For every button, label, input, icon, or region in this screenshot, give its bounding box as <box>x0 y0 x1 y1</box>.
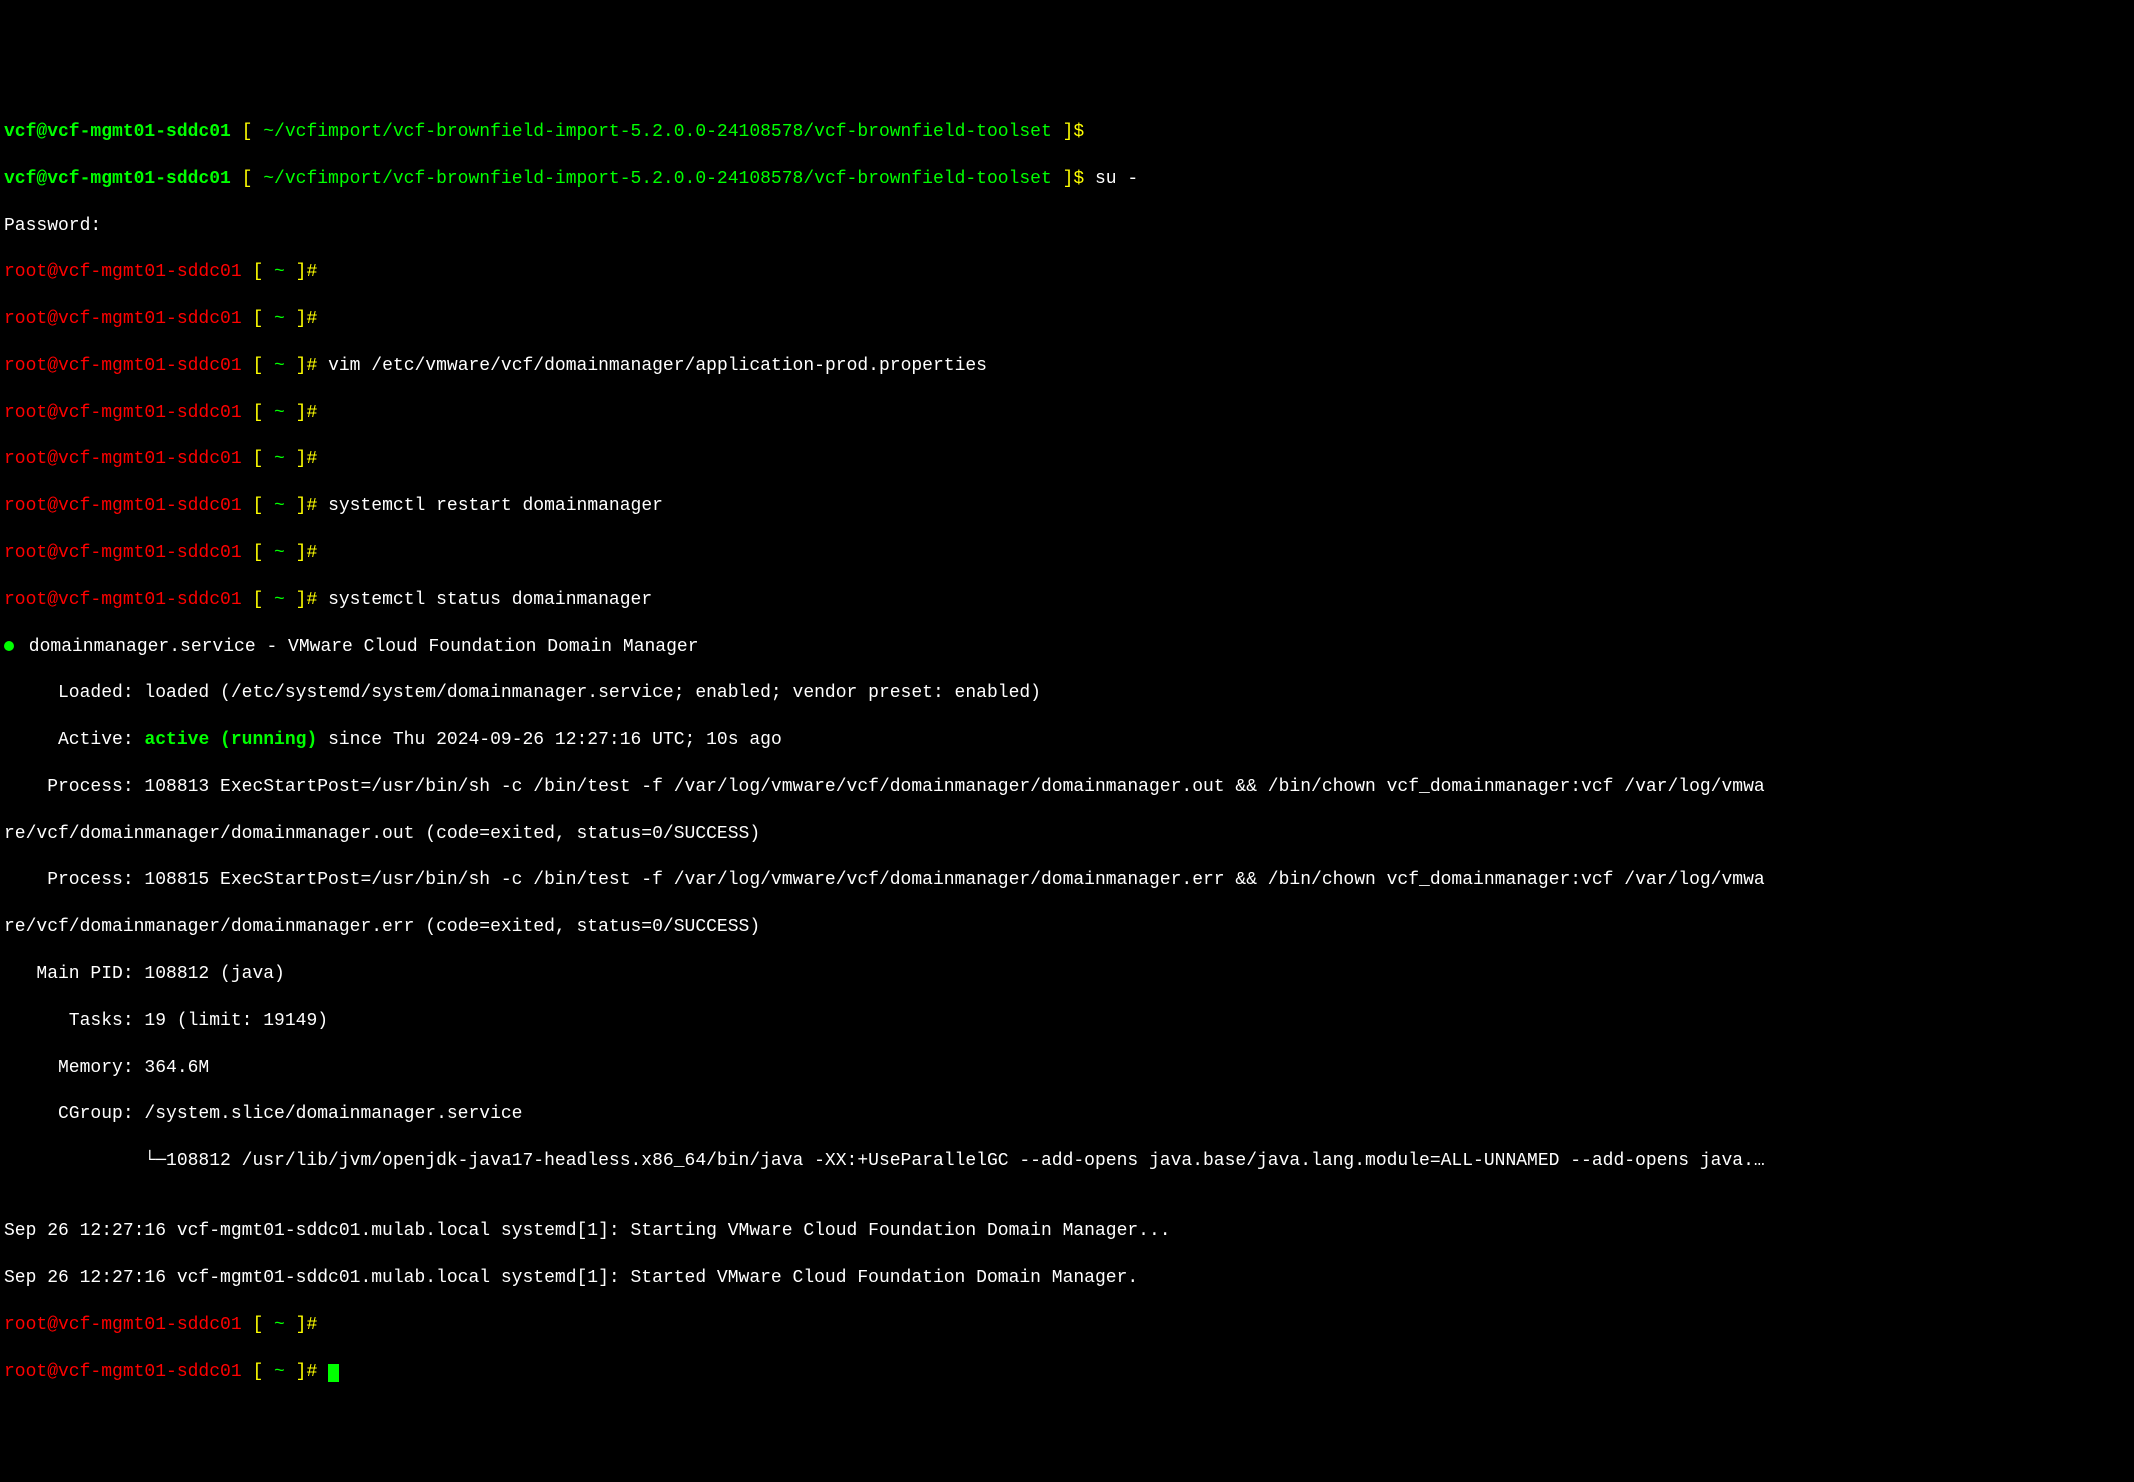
active-status: active (running) <box>144 730 317 750</box>
bracket-close: ]# <box>285 309 328 329</box>
root-prompt-9: root@vcf-mgmt01-sddc01 [ ~ ]# <box>4 1314 2130 1337</box>
root-prompt-3: root@vcf-mgmt01-sddc01 [ ~ ]# vim /etc/v… <box>4 355 2130 378</box>
path: ~ <box>274 449 285 469</box>
status-process2b: re/vcf/domainmanager/domainmanager.err (… <box>4 916 2130 939</box>
bracket-close: ]# <box>285 496 328 516</box>
bracket-open: [ <box>242 449 274 469</box>
bracket-open: [ <box>242 543 274 563</box>
status-mainpid: Main PID: 108812 (java) <box>4 963 2130 986</box>
bracket-close: ]# <box>285 262 328 282</box>
bracket-open: [ <box>242 1362 274 1382</box>
root-host: root@vcf-mgmt01-sddc01 <box>4 449 242 469</box>
root-host: root@vcf-mgmt01-sddc01 <box>4 543 242 563</box>
path: ~ <box>274 356 285 376</box>
root-prompt-6: root@vcf-mgmt01-sddc01 [ ~ ]# systemctl … <box>4 495 2130 518</box>
root-host: root@vcf-mgmt01-sddc01 <box>4 496 242 516</box>
status-log2: Sep 26 12:27:16 vcf-mgmt01-sddc01.mulab.… <box>4 1267 2130 1290</box>
bracket-open: [ <box>242 496 274 516</box>
bracket-close: ]$ <box>1052 122 1095 142</box>
path: ~ <box>274 1315 285 1335</box>
root-prompt-7: root@vcf-mgmt01-sddc01 [ ~ ]# <box>4 542 2130 565</box>
root-host: root@vcf-mgmt01-sddc01 <box>4 1362 242 1382</box>
path: ~ <box>274 1362 285 1382</box>
command-su: su - <box>1095 169 1138 189</box>
path: ~ <box>274 543 285 563</box>
prompt-line-2: vcf@vcf-mgmt01-sddc01 [ ~/vcfimport/vcf-… <box>4 168 2130 191</box>
root-host: root@vcf-mgmt01-sddc01 <box>4 262 242 282</box>
root-host: root@vcf-mgmt01-sddc01 <box>4 309 242 329</box>
bracket-close: ]# <box>285 543 328 563</box>
root-prompt-2: root@vcf-mgmt01-sddc01 [ ~ ]# <box>4 308 2130 331</box>
cursor-icon[interactable] <box>328 1364 339 1382</box>
root-prompt-10: root@vcf-mgmt01-sddc01 [ ~ ]# <box>4 1361 2130 1384</box>
path: ~ <box>274 496 285 516</box>
bracket-open: [ <box>242 309 274 329</box>
status-cgroup-child: └─108812 /usr/lib/jvm/openjdk-java17-hea… <box>4 1150 2130 1173</box>
root-host: root@vcf-mgmt01-sddc01 <box>4 356 242 376</box>
status-dot-icon <box>4 641 14 651</box>
bracket-open: [ <box>242 356 274 376</box>
status-memory: Memory: 364.6M <box>4 1057 2130 1080</box>
status-process1: Process: 108813 ExecStartPost=/usr/bin/s… <box>4 776 2130 799</box>
bracket-open: [ <box>242 590 274 610</box>
bracket-close: ]# <box>285 403 328 423</box>
status-tasks: Tasks: 19 (limit: 19149) <box>4 1010 2130 1033</box>
command-status: systemctl status domainmanager <box>328 590 652 610</box>
bracket-close: ]# <box>285 1315 328 1335</box>
password-line: Password: <box>4 215 2130 238</box>
bracket-open: [ <box>231 169 263 189</box>
active-since: since Thu 2024-09-26 12:27:16 UTC; 10s a… <box>317 730 781 750</box>
root-host: root@vcf-mgmt01-sddc01 <box>4 1315 242 1335</box>
status-service: domainmanager.service - VMware Cloud Fou… <box>4 636 2130 659</box>
status-cgroup: CGroup: /system.slice/domainmanager.serv… <box>4 1103 2130 1126</box>
bracket-open: [ <box>242 403 274 423</box>
path: ~ <box>274 262 285 282</box>
root-prompt-4: root@vcf-mgmt01-sddc01 [ ~ ]# <box>4 402 2130 425</box>
root-prompt-1: root@vcf-mgmt01-sddc01 [ ~ ]# <box>4 261 2130 284</box>
bracket-close: ]# <box>285 1362 328 1382</box>
status-process1b: re/vcf/domainmanager/domainmanager.out (… <box>4 823 2130 846</box>
path: ~ <box>274 309 285 329</box>
bracket-close: ]$ <box>1052 169 1095 189</box>
path: ~/vcfimport/vcf-brownfield-import-5.2.0.… <box>263 169 1052 189</box>
status-log1: Sep 26 12:27:16 vcf-mgmt01-sddc01.mulab.… <box>4 1220 2130 1243</box>
root-prompt-8: root@vcf-mgmt01-sddc01 [ ~ ]# systemctl … <box>4 589 2130 612</box>
root-host: root@vcf-mgmt01-sddc01 <box>4 403 242 423</box>
command-vim: vim /etc/vmware/vcf/domainmanager/applic… <box>328 356 987 376</box>
terminal-output[interactable]: vcf@vcf-mgmt01-sddc01 [ ~/vcfimport/vcf-… <box>4 98 2130 1408</box>
root-host: root@vcf-mgmt01-sddc01 <box>4 590 242 610</box>
service-name: domainmanager.service - VMware Cloud Fou… <box>18 637 699 657</box>
status-loaded: Loaded: loaded (/etc/systemd/system/doma… <box>4 682 2130 705</box>
path: ~ <box>274 403 285 423</box>
active-label: Active: <box>4 730 144 750</box>
bracket-open: [ <box>231 122 263 142</box>
command-restart: systemctl restart domainmanager <box>328 496 663 516</box>
root-prompt-5: root@vcf-mgmt01-sddc01 [ ~ ]# <box>4 448 2130 471</box>
bracket-close: ]# <box>285 356 328 376</box>
bracket-open: [ <box>242 1315 274 1335</box>
user-host: vcf@vcf-mgmt01-sddc01 <box>4 169 231 189</box>
bracket-close: ]# <box>285 590 328 610</box>
password-label: Password: <box>4 216 101 236</box>
path: ~/vcfimport/vcf-brownfield-import-5.2.0.… <box>263 122 1052 142</box>
bracket-close: ]# <box>285 449 328 469</box>
status-process2: Process: 108815 ExecStartPost=/usr/bin/s… <box>4 869 2130 892</box>
path: ~ <box>274 590 285 610</box>
bracket-open: [ <box>242 262 274 282</box>
prompt-line-1: vcf@vcf-mgmt01-sddc01 [ ~/vcfimport/vcf-… <box>4 121 2130 144</box>
user-host: vcf@vcf-mgmt01-sddc01 <box>4 122 231 142</box>
